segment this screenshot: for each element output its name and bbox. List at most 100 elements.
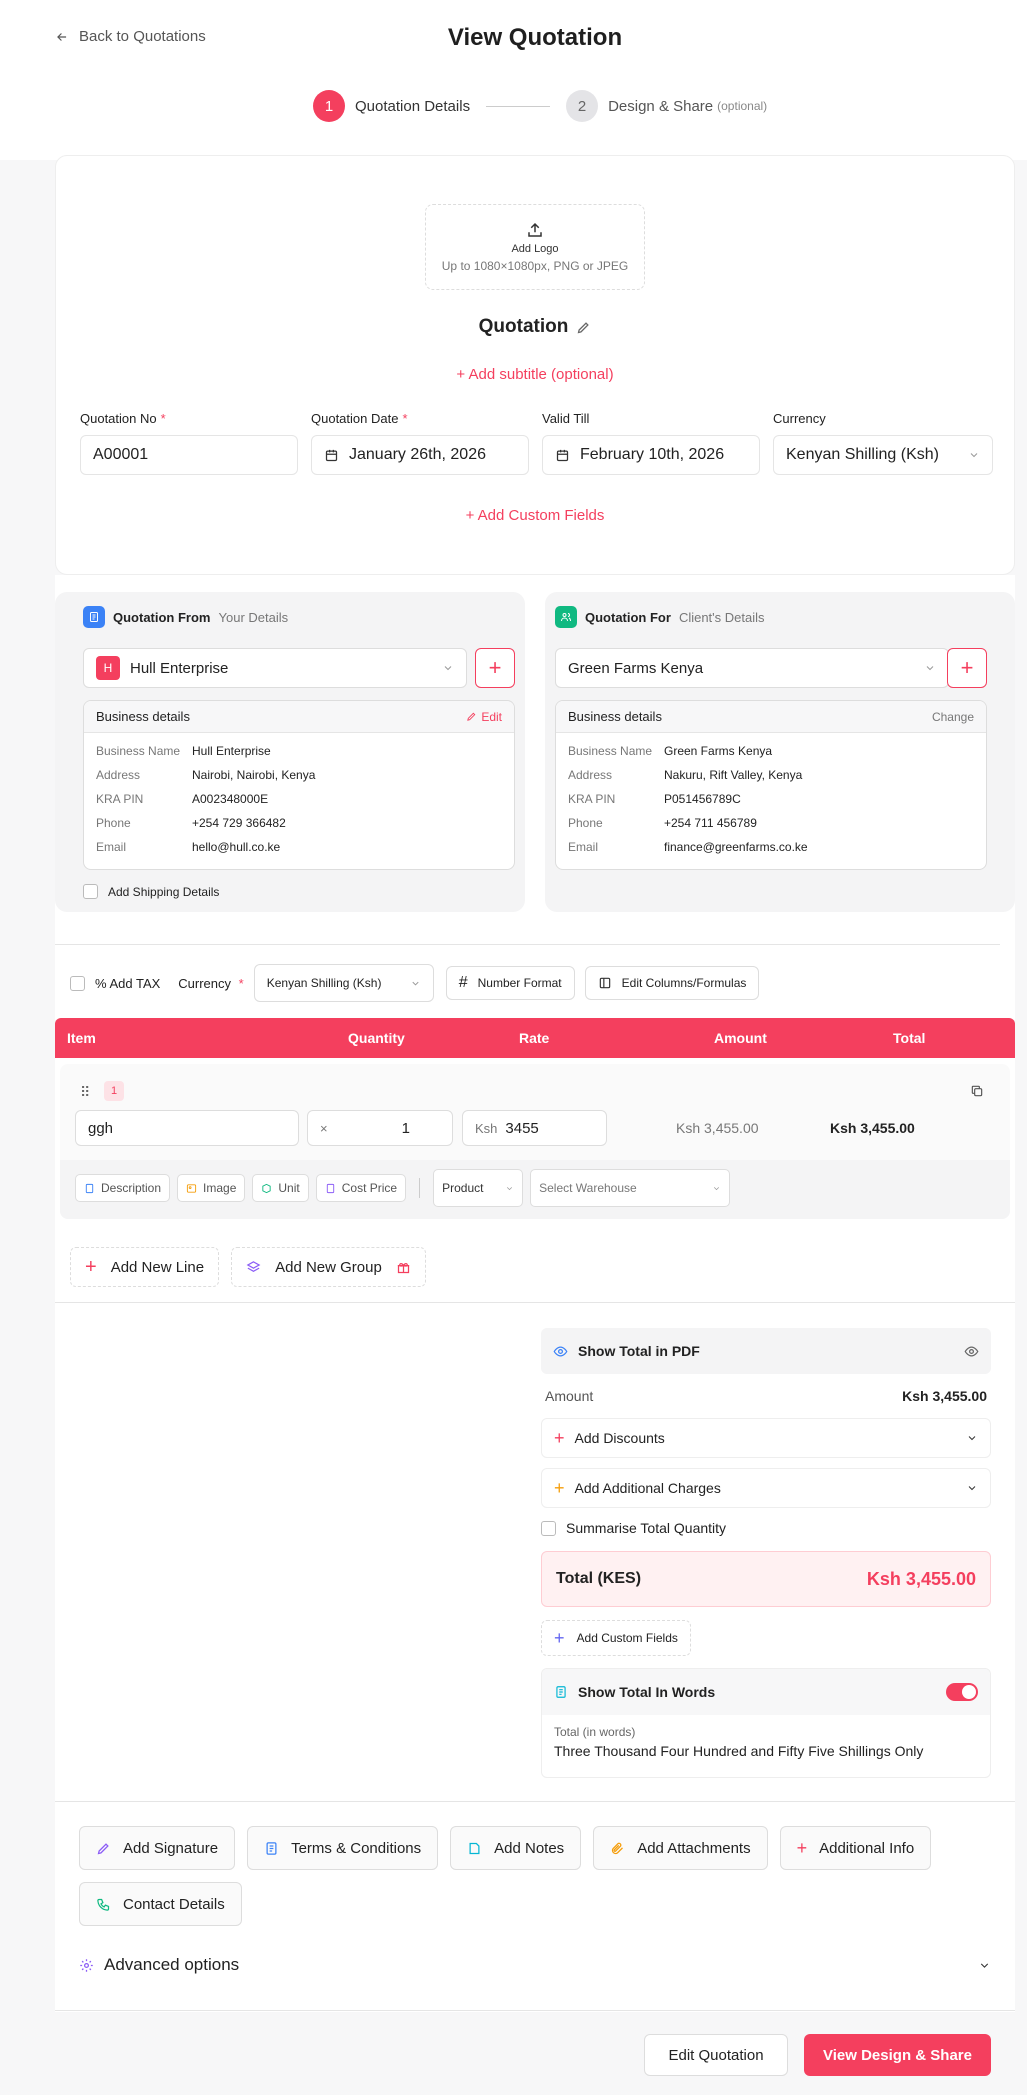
add-additional-charges-row[interactable]: + Add Additional Charges — [541, 1468, 991, 1508]
detail-row: KRA PIN A002348000E — [96, 792, 269, 806]
add-new-group-button[interactable]: Add New Group — [231, 1247, 426, 1287]
add-unit-chip[interactable]: Unit — [252, 1174, 309, 1202]
item-name-input[interactable]: ggh — [75, 1110, 299, 1146]
add-business-button[interactable]: + — [475, 648, 515, 688]
quantity-input[interactable]: × 1 — [307, 1110, 453, 1146]
warehouse-select[interactable]: Select Warehouse — [530, 1169, 731, 1207]
currency-select[interactable]: Kenyan Shilling (Ksh) — [773, 435, 993, 475]
file-text-icon — [266, 1841, 277, 1855]
edit-quotation-button[interactable]: Edit Quotation — [644, 2034, 788, 2076]
add-image-chip[interactable]: Image — [177, 1174, 246, 1202]
total-in-words-label: Total (in words) — [554, 1725, 636, 1739]
step-1-label[interactable]: Quotation Details — [355, 98, 470, 115]
note-icon — [469, 1842, 480, 1854]
document-title-text[interactable]: Quotation — [479, 316, 569, 338]
from-business-details: Business details Edit Business Name Hull … — [83, 700, 515, 870]
add-subtitle-link[interactable]: + Add subtitle (optional) — [0, 366, 1027, 383]
hash-icon: # — [458, 974, 468, 991]
tag-icon — [326, 1183, 334, 1193]
gear-icon — [80, 1958, 93, 1972]
detail-row: Address Nakuru, Rift Valley, Kenya — [568, 768, 803, 782]
show-total-pdf-row[interactable]: Show Total in PDF — [541, 1328, 991, 1374]
plus-icon: + — [554, 1627, 565, 1648]
quotation-no-label: Quotation No * — [80, 411, 166, 426]
total-in-words-card: Show Total In Words Total (in words) Thr… — [541, 1668, 991, 1778]
business-details-title: Business details — [568, 709, 662, 724]
from-subtitle: Your Details — [218, 609, 289, 625]
step-1-number[interactable]: 1 — [313, 90, 345, 122]
add-new-line-button[interactable]: + Add New Line — [70, 1247, 220, 1287]
for-subtitle: Client's Details — [678, 609, 765, 625]
quotation-date-picker[interactable]: January 26th, 2026 — [311, 435, 529, 475]
summarise-quantity-row[interactable]: Summarise Total Quantity — [541, 1520, 991, 1536]
grand-total-value: Ksh 3,455.00 — [866, 1568, 976, 1589]
step-2-note: (optional) — [717, 99, 768, 113]
shipping-checkbox[interactable] — [83, 884, 98, 899]
amount-row: Amount Ksh 3,455.00 — [541, 1388, 991, 1404]
add-notes-button[interactable]: Add Notes — [450, 1826, 582, 1870]
add-logo-dropzone[interactable]: Add Logo Up to 1080×1080px, PNG or JPEG — [425, 204, 645, 290]
view-design-share-button[interactable]: View Design & Share — [804, 2034, 991, 2076]
valid-till-picker[interactable]: February 10th, 2026 — [542, 435, 760, 475]
add-custom-fields-link[interactable]: + Add Custom Fields — [0, 507, 1027, 524]
gift-icon — [397, 1262, 409, 1273]
add-attachments-button[interactable]: Add Attachments — [593, 1826, 768, 1870]
tax-checkbox[interactable] — [70, 975, 85, 991]
rate-input[interactable]: Ksh 3455 — [462, 1110, 607, 1146]
add-signature-button[interactable]: Add Signature — [79, 1826, 236, 1870]
quotation-date-value: January 26th, 2026 — [349, 446, 486, 463]
add-logo-hint: Up to 1080×1080px, PNG or JPEG — [441, 259, 629, 273]
pencil-icon[interactable] — [576, 320, 591, 335]
quotation-from-panel: Quotation From Your Details H Hull Enter… — [55, 592, 525, 912]
add-tax-label[interactable]: % Add TAX — [95, 976, 160, 991]
plus-icon: + — [488, 655, 502, 680]
calendar-icon — [325, 449, 338, 461]
number-format-button[interactable]: # Number Format — [445, 966, 575, 1000]
eye-toggle-icon[interactable] — [964, 1344, 979, 1359]
extra-sections: Add Signature Terms & Conditions Add Not… — [79, 1826, 979, 1926]
copy-icon[interactable] — [970, 1084, 984, 1098]
pen-icon — [97, 1842, 109, 1854]
toolbar-currency-select[interactable]: Kenyan Shilling (Ksh) — [253, 964, 434, 1002]
drag-handle-icon[interactable]: ⠿ — [80, 1084, 90, 1101]
contact-details-button[interactable]: Contact Details — [79, 1882, 242, 1926]
product-type-select[interactable]: Product — [433, 1169, 524, 1207]
plus-icon: + — [960, 655, 974, 680]
items-table-header: Item Quantity Rate Amount Total — [55, 1018, 1015, 1058]
step-2-number[interactable]: 2 — [566, 90, 599, 122]
quotation-no-input[interactable]: A00001 — [80, 435, 298, 475]
eye-icon — [553, 1345, 568, 1357]
chevron-down-icon — [507, 1186, 513, 1190]
add-summary-custom-fields-button[interactable]: + Add Custom Fields — [541, 1620, 691, 1656]
client-select[interactable]: Green Farms Kenya — [555, 648, 949, 688]
box-icon — [262, 1183, 272, 1193]
step-2-label[interactable]: Design & Share — [608, 98, 713, 115]
chevron-down-icon — [980, 1962, 989, 1968]
quotation-date-label: Quotation Date * — [311, 411, 408, 426]
shipping-label: Add Shipping Details — [108, 884, 220, 899]
add-description-chip[interactable]: Description — [75, 1174, 171, 1202]
summarise-quantity-checkbox[interactable] — [541, 1520, 556, 1536]
additional-info-button[interactable]: + Additional Info — [779, 1826, 932, 1870]
add-cost-price-chip[interactable]: Cost Price — [315, 1174, 407, 1202]
stepper: 1 Quotation Details 2 Design & Share (op… — [313, 90, 767, 122]
divider — [55, 1302, 1015, 1303]
advanced-options-toggle[interactable]: Advanced options — [79, 1955, 991, 1975]
add-discounts-row[interactable]: + Add Discounts — [541, 1418, 991, 1458]
add-client-button[interactable]: + — [947, 648, 987, 688]
edit-columns-button[interactable]: Edit Columns/Formulas — [584, 966, 760, 1000]
quotation-no-value: A00001 — [93, 446, 149, 463]
edit-business-button[interactable]: Edit — [466, 710, 502, 724]
terms-conditions-button[interactable]: Terms & Conditions — [247, 1826, 439, 1870]
from-business-select[interactable]: H Hull Enterprise — [83, 648, 467, 688]
plus-icon: + — [796, 1837, 808, 1858]
calendar-icon — [556, 449, 569, 461]
shipping-details-toggle[interactable]: Add Shipping Details — [83, 884, 219, 899]
from-business-name: Hull Enterprise — [130, 659, 229, 677]
from-title: Quotation From — [113, 609, 211, 625]
change-client-button[interactable]: Change — [932, 710, 974, 724]
paperclip-icon — [612, 1842, 624, 1854]
upload-icon — [528, 222, 542, 237]
total-in-words-toggle[interactable] — [946, 1683, 978, 1701]
chevron-down-icon — [714, 1186, 720, 1190]
